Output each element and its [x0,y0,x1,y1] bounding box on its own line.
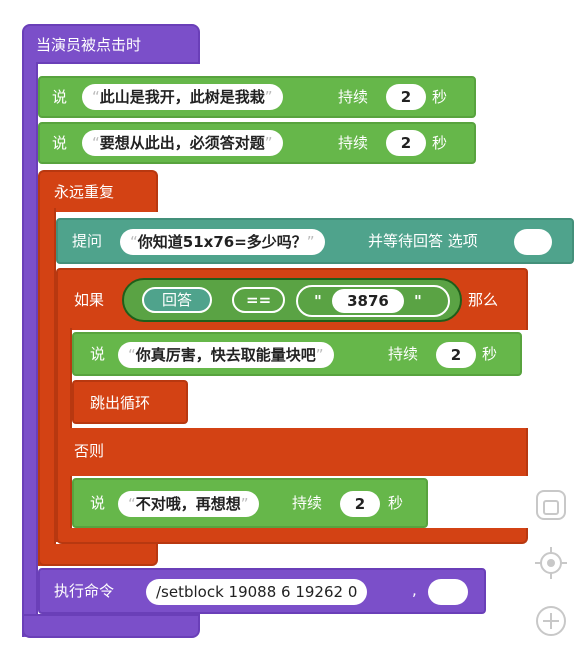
command-input[interactable]: /setblock 19088 6 19262 0 [146,579,368,605]
ask-block[interactable]: 提问 “你知道51x76=多少吗？” 并等待回答 选项 [56,218,574,264]
duration-label: 持续 [338,134,369,152]
duration-label: 持续 [292,494,323,512]
forever-label: 永远重复 [54,183,115,201]
stop-square-icon[interactable] [534,488,568,522]
string-value-block[interactable]: " 3876 " [296,285,450,317]
say-text-input[interactable]: “你真厉害，快去取能量块吧” [118,342,334,368]
seconds-label: 秒 [388,494,404,512]
hat-label: 当演员被点击时 [36,36,142,54]
forever-arm [38,208,56,566]
seconds-label: 秒 [482,345,498,363]
say-block-1[interactable]: 说 “此山是我开，此树是我栽” 持续 2 秒 [38,76,476,118]
break-loop-block[interactable]: 跳出循环 [72,380,188,424]
say-text-input[interactable]: “要想从此出，必须答对题” [82,130,283,156]
say-verb: 说 [52,134,68,152]
value-input[interactable]: 3876 [332,289,404,313]
exec-label: 执行命令 [54,582,115,600]
crosshair-icon[interactable] [534,546,568,580]
seconds-label: 秒 [432,134,448,152]
duration-label: 持续 [338,88,369,106]
duration-input[interactable]: 2 [386,130,426,156]
say-block-2[interactable]: 说 “要想从此出，必须答对题” 持续 2 秒 [38,122,476,164]
close-quote: " [414,292,422,310]
ask-question-input[interactable]: “你知道51x76=多少吗？” [120,229,325,255]
ask-suffix-label: 并等待回答 选项 [368,232,478,250]
forever-bottom [38,544,158,566]
seconds-label: 秒 [432,88,448,106]
operator-dropdown[interactable]: == [232,287,286,313]
say-verb: 说 [90,345,106,363]
script-body-frame [22,62,38,637]
extra-arg-input[interactable] [428,579,468,605]
say-verb: 说 [52,88,68,106]
separator-label: , [412,581,417,599]
event-hat-block[interactable]: 当演员被点击时 [22,24,200,64]
answer-reporter[interactable]: 回答 [142,287,213,313]
say-text-input[interactable]: “此山是我开，此树是我栽” [82,84,283,110]
else-label: 否则 [74,442,105,460]
duration-input[interactable]: 2 [436,342,476,368]
zoom-in-icon[interactable] [534,604,568,638]
then-label: 那么 [468,291,499,309]
if-block[interactable]: 如果 回答 == " 3876 " 那么 [56,268,528,330]
script-bottom-cap [22,614,200,638]
ask-verb: 提问 [72,232,103,250]
duration-input[interactable]: 2 [340,491,380,517]
open-quote: " [314,292,322,310]
say-verb: 说 [90,494,106,512]
exec-command-block[interactable]: 执行命令 /setblock 19088 6 19262 0 , [38,568,486,614]
say-block-4[interactable]: 说 “不对哦，再想想” 持续 2 秒 [72,478,428,528]
options-input[interactable] [514,229,552,255]
else-section[interactable]: 否则 [56,428,528,476]
say-block-3[interactable]: 说 “你真厉害，快去取能量块吧” 持续 2 秒 [72,332,522,376]
condition-equals[interactable]: 回答 == " 3876 " [122,278,462,322]
if-bottom [56,528,528,544]
duration-input[interactable]: 2 [386,84,426,110]
if-label: 如果 [74,291,105,309]
break-label: 跳出循环 [90,394,151,412]
duration-label: 持续 [388,345,419,363]
forever-block[interactable]: 永远重复 [38,170,158,212]
say-text-input[interactable]: “不对哦，再想想” [118,491,259,517]
